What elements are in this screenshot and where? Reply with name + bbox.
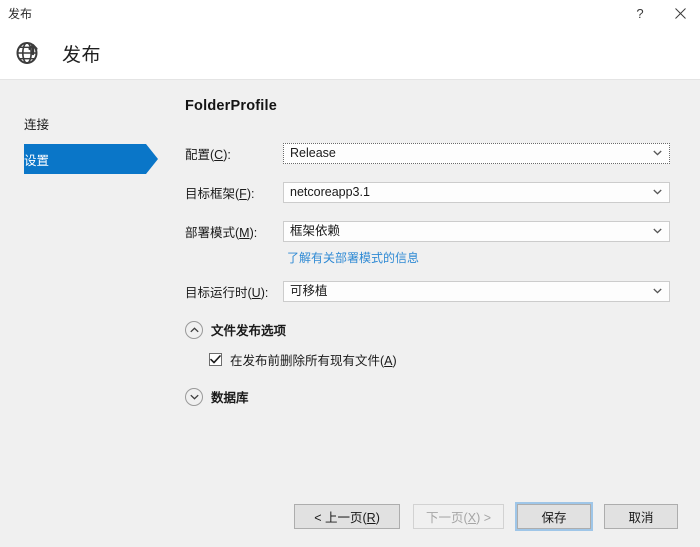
page-title: FolderProfile [185,98,278,114]
close-icon [674,8,686,19]
target-framework-label: 目标框架(F): [185,186,255,201]
section-title: 文件发布选项 [211,324,287,338]
configuration-value: Release [290,145,336,160]
cancel-button[interactable]: 取消 [604,503,678,529]
target-runtime-dropdown[interactable]: 可移植 [283,280,670,302]
question-mark-icon: ? [636,6,644,21]
close-button[interactable] [660,0,700,27]
target-runtime-value: 可移植 [290,283,328,298]
field-deployment-mode: 部署模式(M): 框架依赖 [185,220,670,242]
deployment-mode-label: 部署模式(M): [185,225,258,240]
deployment-mode-value: 框架依赖 [290,223,341,238]
dialog-header: 发布 [0,27,700,80]
sidebar-item-connection[interactable]: 连接 [0,108,185,138]
target-framework-dropdown[interactable]: netcoreapp3.1 [283,181,670,203]
window-controls: ? [620,0,700,27]
file-publish-options-content: 在发布前删除所有现有文件(A) [209,350,670,369]
dialog-footer: < 上一页(R) 下一页(X) > 保存 取消 [0,485,700,547]
field-configuration: 配置(C): Release [185,142,670,164]
previous-button[interactable]: < 上一页(R) [294,503,401,529]
delete-existing-files-checkbox[interactable] [209,353,222,366]
globe-publish-icon [12,36,46,70]
chevron-down-icon [653,189,662,195]
target-runtime-label: 目标运行时(U): [185,285,269,300]
settings-panel: FolderProfile 配置(C): Release 目标框架(F): ne… [185,80,700,485]
target-framework-value: netcoreapp3.1 [290,184,370,199]
window-title: 发布 [8,6,33,21]
section-file-publish-options[interactable]: 文件发布选项 [185,320,670,339]
configuration-label: 配置(C): [185,147,231,162]
dialog-body: 连接 设置 FolderProfile 配置(C): Release 目标框架(… [0,80,700,485]
next-button[interactable]: 下一页(X) > [413,503,504,529]
deployment-mode-dropdown[interactable]: 框架依赖 [283,220,670,242]
chevron-down-icon [185,387,203,406]
help-button[interactable]: ? [620,0,660,27]
delete-existing-files-checkbox-row[interactable]: 在发布前删除所有现有文件(A) [209,350,670,369]
check-icon [210,355,221,364]
sidebar-item-label: 设置 [24,153,50,168]
sidebar-item-label: 连接 [24,117,50,132]
publish-dialog: 发布 ? 发布 连接 设置 FolderProfile 配置(C): Relea… [0,0,700,547]
sidebar-item-settings[interactable]: 设置 [0,144,185,174]
delete-existing-files-label: 在发布前删除所有现有文件(A) [230,354,397,368]
field-target-framework: 目标框架(F): netcoreapp3.1 [185,181,670,203]
deployment-mode-help-row: 了解有关部署模式的信息 [283,249,670,266]
chevron-down-icon [653,228,662,234]
save-button[interactable]: 保存 [515,501,593,531]
section-title: 数据库 [211,391,249,405]
deployment-mode-learn-more-link[interactable]: 了解有关部署模式的信息 [283,251,419,265]
field-target-runtime: 目标运行时(U): 可移植 [185,280,670,302]
title-bar: 发布 ? [0,0,700,27]
header-title: 发布 [62,44,102,66]
section-database[interactable]: 数据库 [185,387,670,406]
configuration-dropdown[interactable]: Release [283,142,670,164]
chevron-up-icon [185,320,203,339]
chevron-down-icon [653,150,662,156]
sidebar: 连接 设置 [0,80,185,485]
chevron-down-icon [653,288,662,294]
sidebar-selection-arrow [146,144,158,174]
